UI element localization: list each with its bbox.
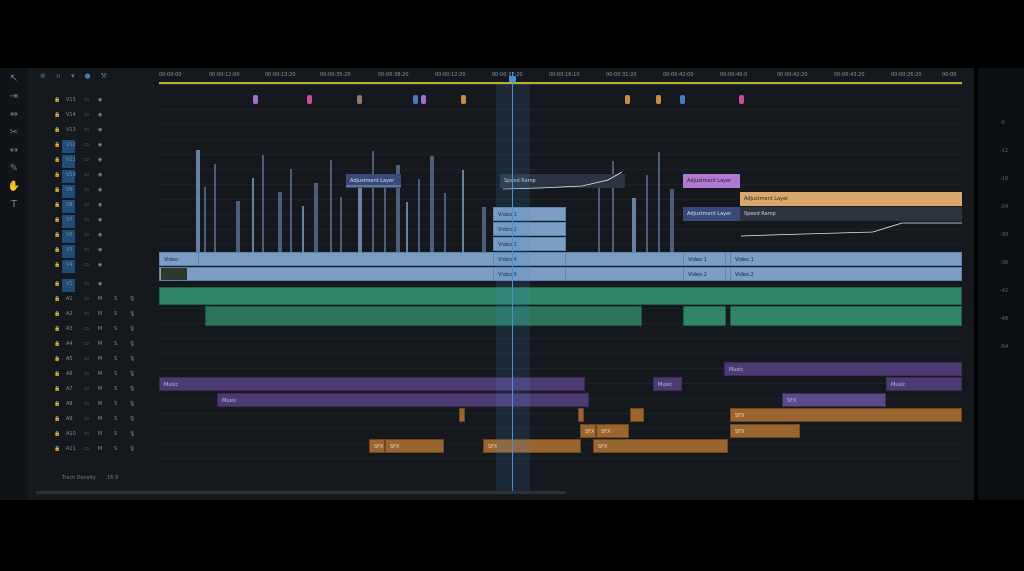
- meter-tick: -42: [1000, 288, 1009, 294]
- meter-tick: -48: [1000, 316, 1009, 322]
- track-density-value: 16.9: [107, 475, 119, 481]
- horizontal-scrollbar[interactable]: [36, 491, 566, 494]
- meter-tick: -54: [1000, 344, 1009, 350]
- playhead-handle[interactable]: [509, 76, 516, 82]
- playhead[interactable]: [512, 72, 513, 492]
- meter-tick: -36: [1000, 260, 1009, 266]
- track-density-label: Track Density: [62, 475, 96, 481]
- meter-tick: -24: [1000, 204, 1009, 210]
- meter-tick: -12: [1000, 148, 1009, 154]
- meter-tick: -6: [1000, 120, 1005, 126]
- playhead-highlight: [496, 84, 530, 492]
- meter-tick: -18: [1000, 176, 1009, 182]
- meter-tick: -30: [1000, 232, 1009, 238]
- vertical-scrollbar[interactable]: [960, 86, 964, 486]
